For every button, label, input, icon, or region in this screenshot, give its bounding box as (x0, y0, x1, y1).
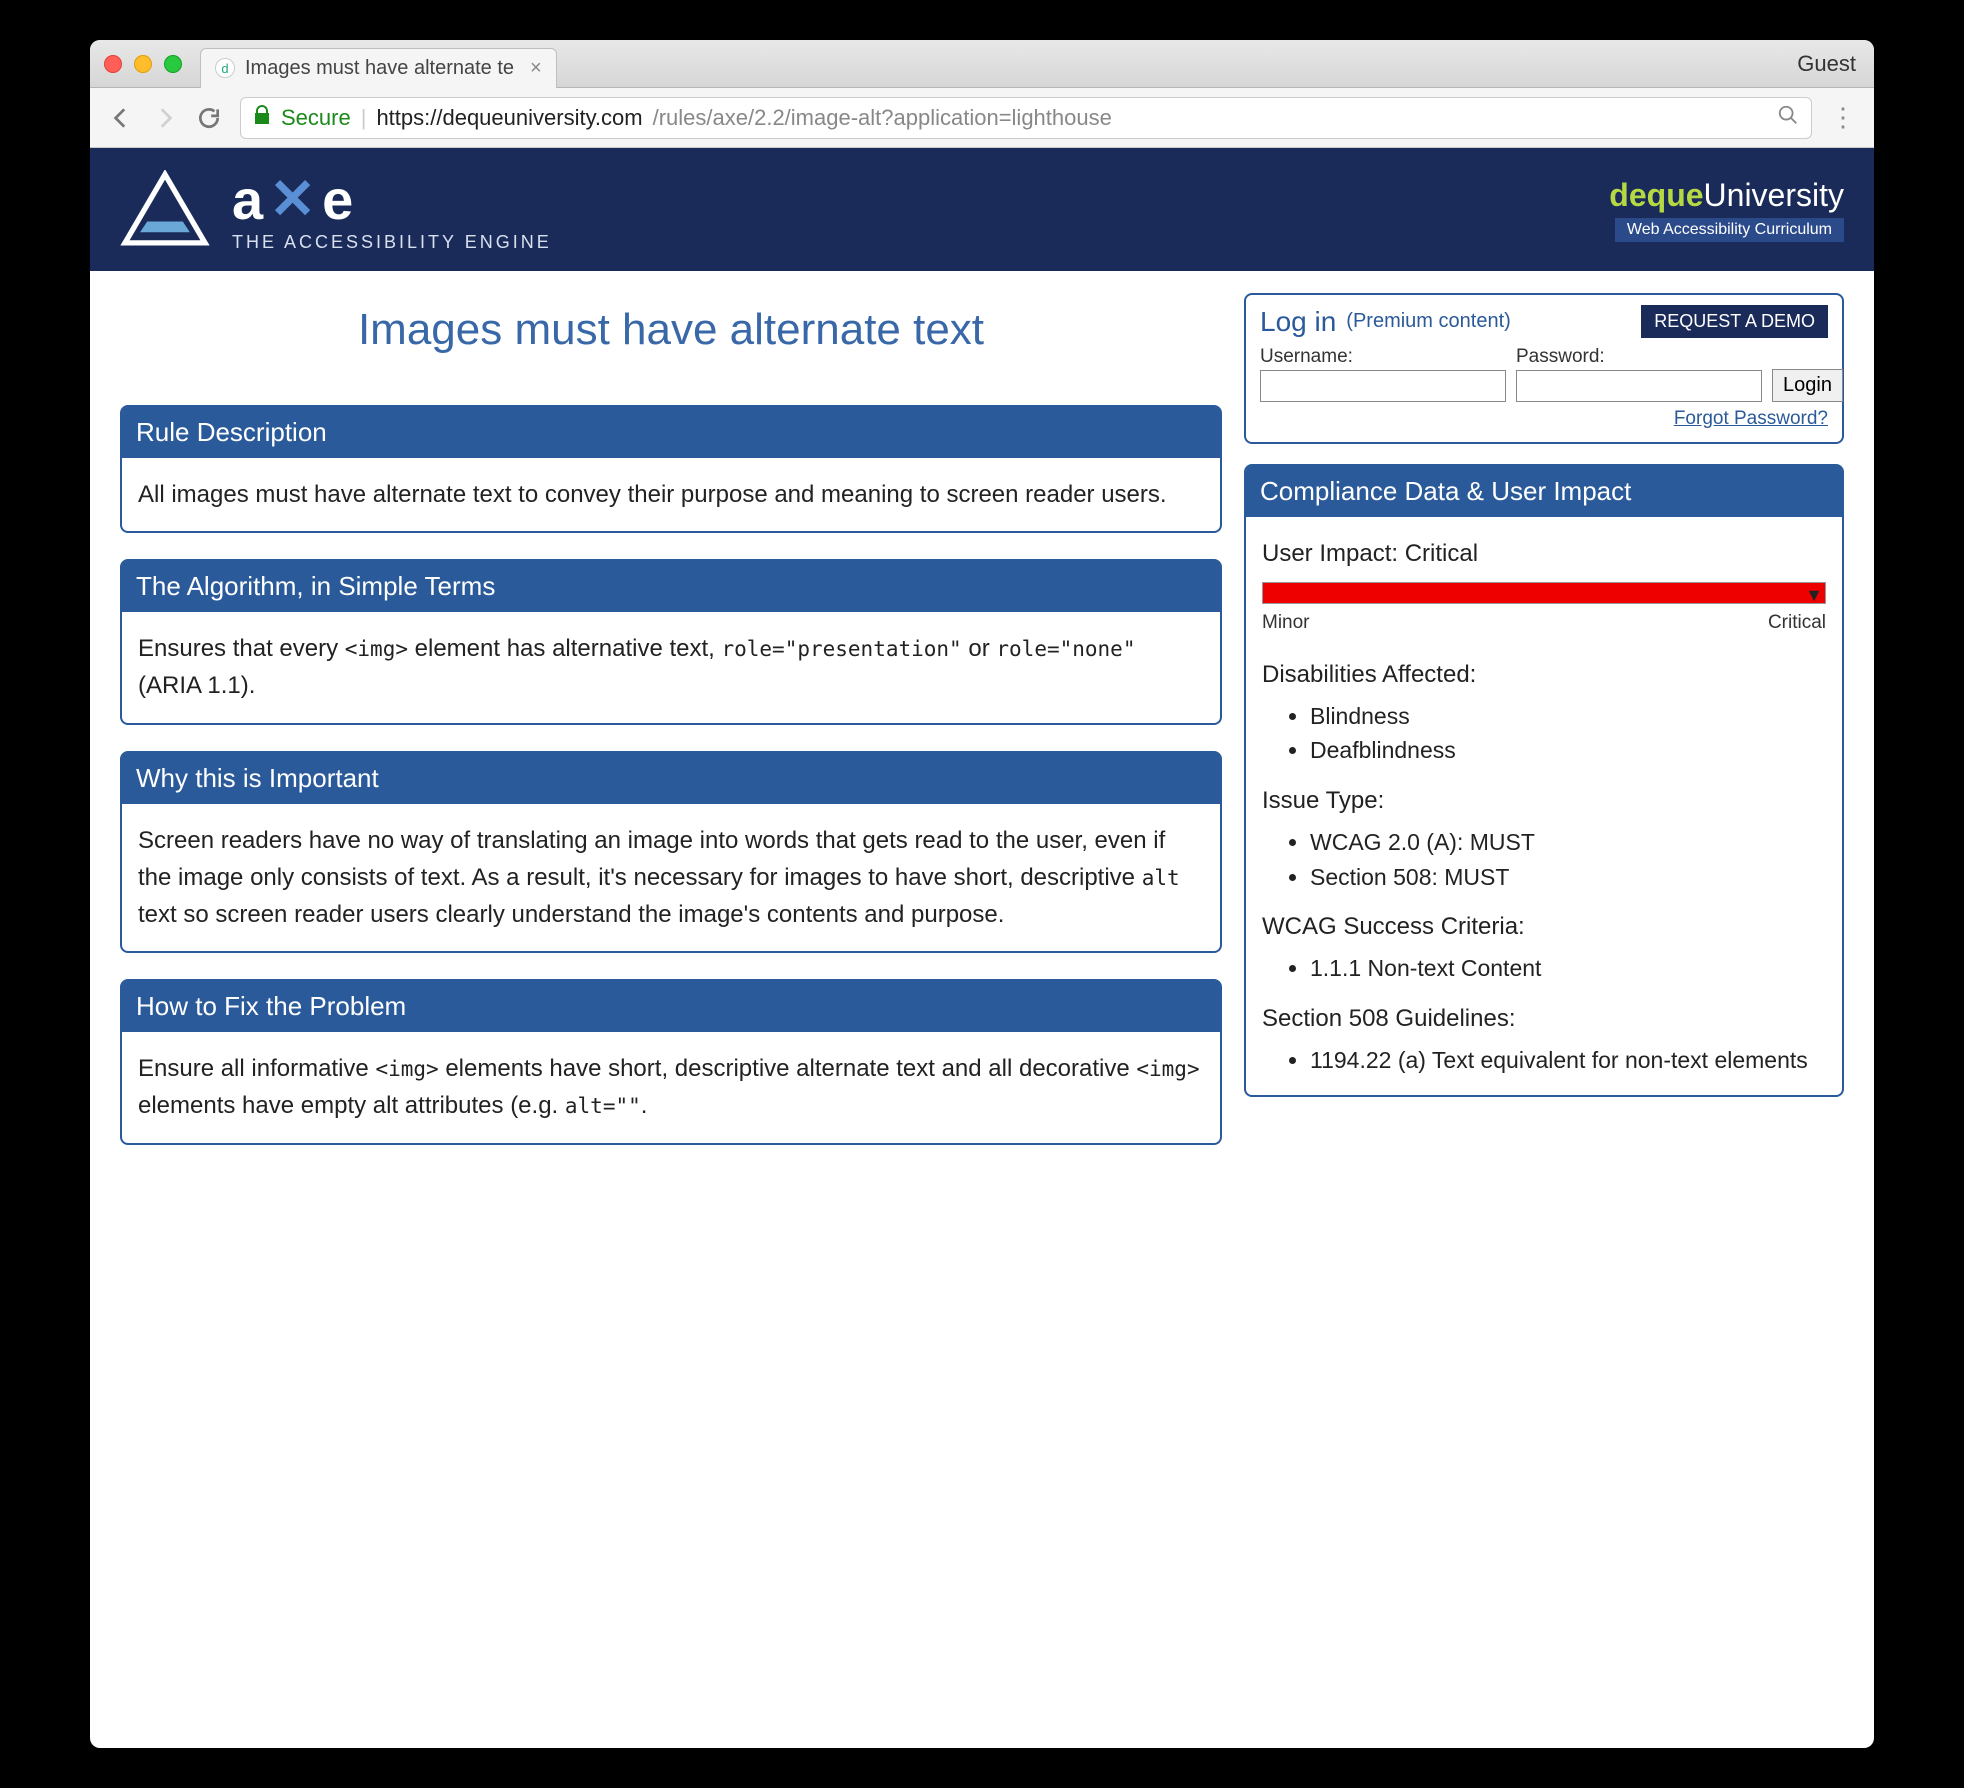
panel-body: Screen readers have no way of translatin… (122, 804, 1220, 952)
main-column: Images must have alternate text Rule Des… (120, 293, 1222, 1171)
disabilities-heading: Disabilities Affected: (1262, 656, 1826, 693)
triangle-icon (120, 170, 210, 250)
panel-heading: How to Fix the Problem (122, 981, 1220, 1032)
back-button[interactable] (108, 105, 134, 131)
browser-window: d Images must have alternate te × Guest … (90, 40, 1874, 1748)
forgot-password-link[interactable]: Forgot Password? (1260, 408, 1828, 430)
login-subheading: (Premium content) (1346, 310, 1511, 333)
wcag-list: 1.1.1 Non-text Content (1262, 951, 1826, 986)
search-in-page-icon[interactable] (1777, 104, 1799, 132)
password-label: Password: (1516, 346, 1762, 368)
profile-label[interactable]: Guest (1797, 51, 1856, 77)
login-button[interactable]: Login (1772, 369, 1843, 402)
secure-label: Secure (281, 105, 351, 131)
forward-button[interactable] (152, 105, 178, 131)
panel-heading: Why this is Important (122, 753, 1220, 804)
favicon-icon: d (215, 58, 235, 78)
window-titlebar: d Images must have alternate te × Guest (90, 40, 1874, 88)
site-header: a✕e THE ACCESSIBILITY ENGINE dequeUniver… (90, 148, 1874, 271)
request-demo-button[interactable]: REQUEST A DEMO (1641, 305, 1828, 338)
list-item: 1.1.1 Non-text Content (1310, 951, 1826, 986)
list-item: Blindness (1310, 699, 1826, 734)
panel-body: Ensure all informative <img> elements ha… (122, 1032, 1220, 1142)
how-to-fix-panel: How to Fix the Problem Ensure all inform… (120, 979, 1222, 1144)
impact-meter: ▼ (1262, 582, 1826, 604)
list-item: Deafblindness (1310, 733, 1826, 768)
logo-tagline: THE ACCESSIBILITY ENGINE (232, 232, 552, 253)
logo-text: a✕e (232, 166, 552, 232)
login-box: Log in (Premium content) REQUEST A DEMO … (1244, 293, 1844, 444)
wcag-heading: WCAG Success Criteria: (1262, 908, 1826, 945)
axe-logo[interactable]: a✕e THE ACCESSIBILITY ENGINE (120, 166, 552, 253)
username-label: Username: (1260, 346, 1506, 368)
curriculum-label: Web Accessibility Curriculum (1615, 218, 1844, 242)
issue-type-heading: Issue Type: (1262, 782, 1826, 819)
maximize-window-button[interactable] (164, 55, 182, 73)
meter-marker-icon: ▼ (1805, 582, 1823, 610)
why-important-panel: Why this is Important Screen readers hav… (120, 751, 1222, 954)
username-input[interactable] (1260, 370, 1506, 402)
traffic-lights (104, 55, 182, 73)
login-heading: Log in (1260, 306, 1336, 338)
panel-body: All images must have alternate text to c… (122, 458, 1220, 531)
section508-heading: Section 508 Guidelines: (1262, 1000, 1826, 1037)
minimize-window-button[interactable] (134, 55, 152, 73)
close-window-button[interactable] (104, 55, 122, 73)
close-tab-icon[interactable]: × (530, 57, 542, 80)
meter-min-label: Minor (1262, 608, 1310, 637)
panel-body: Ensures that every <img> element has alt… (122, 612, 1220, 722)
meter-max-label: Critical (1768, 608, 1826, 637)
issue-type-list: WCAG 2.0 (A): MUSTSection 508: MUST (1262, 825, 1826, 894)
browser-menu-button[interactable]: ⋮ (1830, 102, 1856, 133)
algorithm-panel: The Algorithm, in Simple Terms Ensures t… (120, 559, 1222, 724)
panel-heading: The Algorithm, in Simple Terms (122, 561, 1220, 612)
browser-toolbar: Secure | https://dequeuniversity.com/rul… (90, 88, 1874, 148)
panel-body: User Impact: Critical ▼ Minor Critical D… (1246, 517, 1842, 1095)
user-impact-value: Critical (1405, 540, 1478, 567)
sidebar-column: Log in (Premium content) REQUEST A DEMO … (1244, 293, 1844, 1123)
url-host: https://dequeuniversity.com (376, 105, 642, 131)
tab-title: Images must have alternate te (245, 57, 514, 80)
user-impact-label: User Impact: (1262, 540, 1398, 567)
deque-university-link[interactable]: dequeUniversity Web Accessibility Curric… (1609, 177, 1844, 242)
list-item: WCAG 2.0 (A): MUST (1310, 825, 1826, 860)
page-title: Images must have alternate text (120, 305, 1222, 355)
reload-button[interactable] (196, 105, 222, 131)
page-content: a✕e THE ACCESSIBILITY ENGINE dequeUniver… (90, 148, 1874, 1748)
list-item: Section 508: MUST (1310, 860, 1826, 895)
password-input[interactable] (1516, 370, 1762, 402)
compliance-panel: Compliance Data & User Impact User Impac… (1244, 464, 1844, 1097)
address-bar[interactable]: Secure | https://dequeuniversity.com/rul… (240, 97, 1812, 139)
section508-list: 1194.22 (a) Text equivalent for non-text… (1262, 1043, 1826, 1078)
url-path: /rules/axe/2.2/image-alt?application=lig… (653, 105, 1112, 131)
rule-description-panel: Rule Description All images must have al… (120, 405, 1222, 533)
browser-tab[interactable]: d Images must have alternate te × (200, 48, 557, 88)
list-item: 1194.22 (a) Text equivalent for non-text… (1310, 1043, 1826, 1078)
lock-icon (253, 105, 271, 131)
disabilities-list: BlindnessDeafblindness (1262, 699, 1826, 768)
panel-heading: Compliance Data & User Impact (1246, 466, 1842, 517)
panel-heading: Rule Description (122, 407, 1220, 458)
